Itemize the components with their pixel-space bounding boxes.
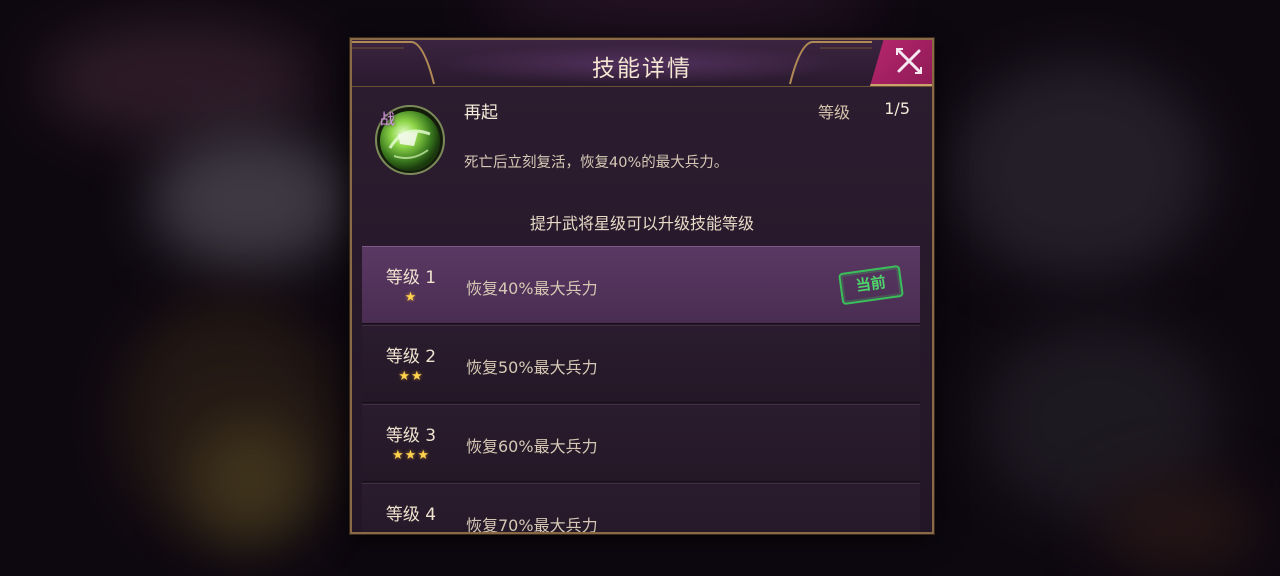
star-icon: ★ [404, 290, 418, 305]
level-row-label: 等级 1 [385, 268, 437, 288]
skill-name: 再起 [464, 103, 498, 123]
game-screen: 技能详情 战 再起 等级 1/5 死亡后立刻复活，恢复40%的最大兵力。 提升武… [0, 0, 1280, 576]
close-icon [896, 48, 922, 74]
star-icon: ★★★ [392, 448, 430, 463]
skill-type-tag: 战 [380, 110, 396, 128]
star-icon: ★★ [398, 369, 424, 384]
level-row-label: 等级 2 [385, 347, 437, 367]
dialog-title: 技能详情 [592, 56, 692, 82]
dialog-title-bar: 技能详情 [352, 40, 932, 87]
current-level-badge: 当前 [838, 264, 904, 306]
level-row-2: 等级 2 ★★ 恢复50%最大兵力 [362, 325, 920, 403]
skill-level-label: 等级 [817, 103, 850, 122]
upgrade-hint: 提升武将星级可以升级技能等级 [529, 214, 754, 233]
level-row-label: 等级 3 [385, 426, 437, 446]
level-list[interactable]: 等级 1 ★ 恢复40%最大兵力 当前 等级 2 ★★ 恢复50%最大兵力 等级… [362, 246, 920, 534]
skill-description: 死亡后立刻复活，恢复40%的最大兵力。 [464, 155, 729, 171]
level-row-effect: 恢复60%最大兵力 [466, 437, 598, 456]
level-row-effect: 恢复70%最大兵力 [466, 516, 598, 534]
level-row-4: 等级 4 恢复70%最大兵力 [362, 483, 920, 534]
level-row-3: 等级 3 ★★★ 恢复60%最大兵力 [362, 404, 920, 482]
skill-level-value: 1/5 [884, 99, 910, 118]
level-row-effect: 恢复40%最大兵力 [466, 279, 598, 298]
level-row-effect: 恢复50%最大兵力 [466, 358, 598, 377]
skill-detail-dialog: 技能详情 战 再起 等级 1/5 死亡后立刻复活，恢复40%的最大兵力。 提升武… [350, 38, 934, 534]
level-row-1: 等级 1 ★ 恢复40%最大兵力 当前 [362, 246, 920, 324]
level-row-label: 等级 4 [385, 505, 437, 525]
